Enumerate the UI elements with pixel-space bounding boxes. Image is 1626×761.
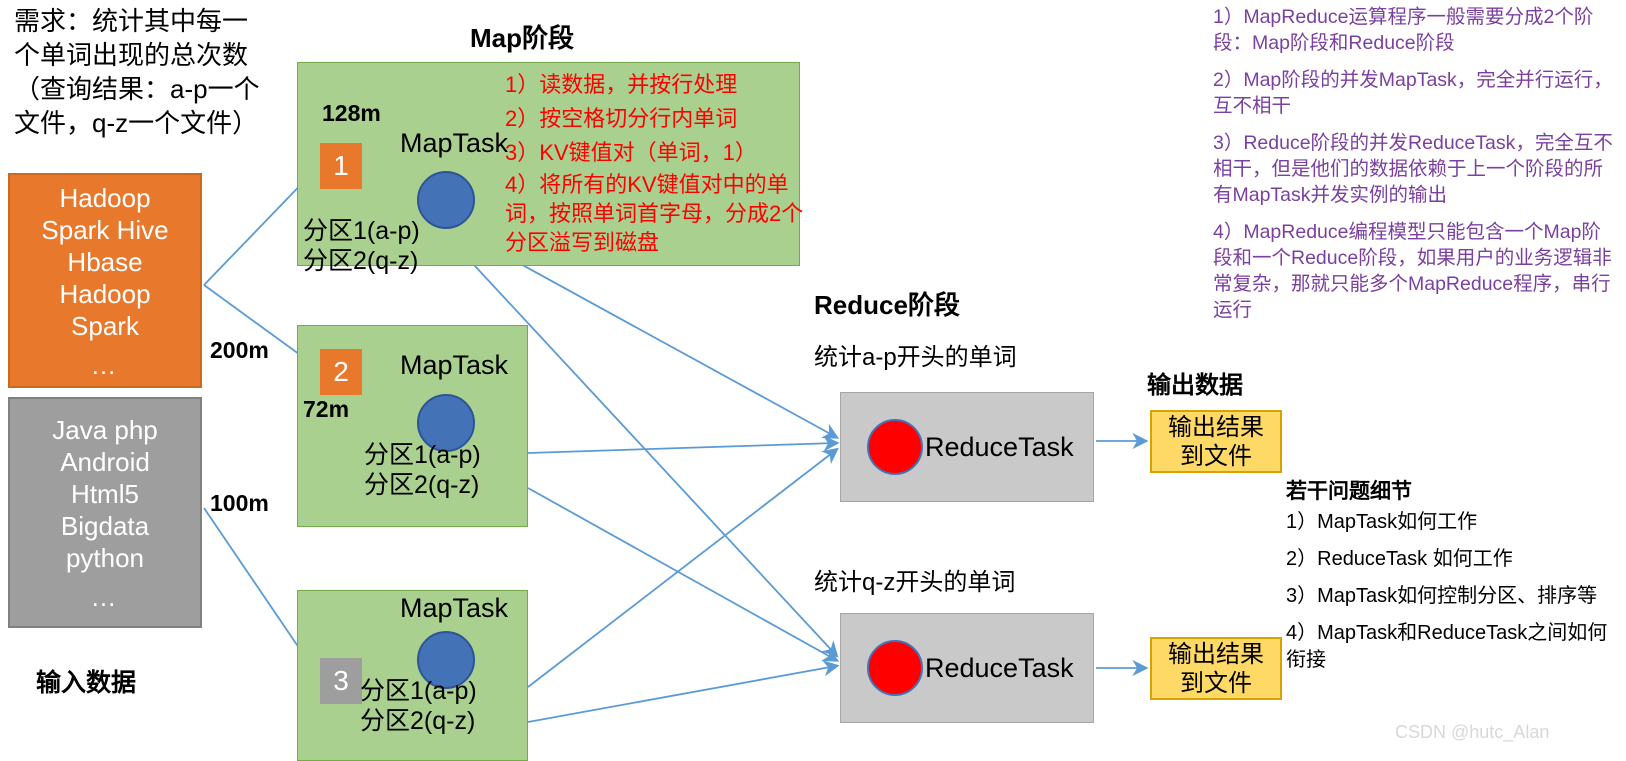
map-step-2: 2）按空格切分行内单词	[505, 106, 738, 131]
chunk-marker-1: 1	[320, 143, 362, 189]
size-label-chunk-1: 128m	[322, 100, 381, 126]
partition-1b: 分区2(q-z)	[303, 247, 419, 275]
reduce-caption-2: 统计q-z开头的单词	[814, 569, 1016, 596]
reduce-task-box-1: ReduceTask	[840, 392, 1094, 502]
input-gray-line-5: python	[65, 542, 145, 573]
output-box-1-line2: 到文件	[1180, 442, 1252, 470]
output-box-2: 输出结果 到文件	[1150, 637, 1282, 700]
input-orange-line-2: Spark Hive	[41, 214, 169, 245]
detail-item-4: 4）MapTask和ReduceTask之间如何衔接	[1286, 622, 1608, 671]
input-gray-line-3: Html5	[71, 478, 139, 509]
size-label-gray-total: 100m	[210, 490, 269, 516]
map-step-1: 1）读数据，并按行处理	[505, 72, 738, 97]
requirement-text: 需求：统计其中每一个单词出现的总次数（查询结果：a-p一个文件，q-z一个文件）	[14, 6, 260, 138]
maptask-label-1: MapTask	[400, 128, 509, 158]
size-label-orange-total: 200m	[210, 337, 269, 363]
note-item-4: 4）MapReduce编程模型只能包含一个Map阶段和一个Reduce阶段，如果…	[1213, 221, 1612, 321]
input-orange-ellipsis: …	[90, 349, 120, 380]
size-label-chunk-2: 72m	[303, 396, 350, 422]
reduce-task-box-2: ReduceTask	[840, 613, 1094, 723]
detail-item-2: 2）ReduceTask 如何工作	[1286, 548, 1513, 570]
input-gray-line-4: Bigdata	[60, 510, 150, 541]
output-box-1-line1: 输出结果	[1168, 413, 1264, 441]
chunk-marker-2: 2	[320, 349, 362, 395]
partitions-2: 分区1(a-p) 分区2(q-z)	[364, 440, 481, 500]
reduce-caption-1: 统计a-p开头的单词	[814, 344, 1017, 371]
note-item-2: 2）Map阶段的并发MapTask，完全并行运行，互不相干	[1213, 69, 1613, 117]
reducetask-circle-2	[867, 640, 923, 696]
chunk-marker-3: 3	[320, 658, 362, 704]
map-step-4: 4）将所有的KV键值对中的单词，按照单词首字母，分成2个分区溢写到磁盘	[505, 172, 804, 255]
maptask-circle-1	[417, 171, 475, 229]
reducetask-label-1: ReduceTask	[925, 431, 1074, 462]
note-item-3: 3）Reduce阶段的并发ReduceTask，完全互不相干，但是他们的数据依赖…	[1213, 132, 1613, 206]
input-orange-line-3: Hbase	[67, 246, 143, 277]
details-list: 若干问题细节 1）MapTask如何工作 2）ReduceTask 如何工作 3…	[1286, 478, 1626, 684]
partition-3a: 分区1(a-p)	[360, 677, 477, 705]
notes-list: 1）MapReduce运算程序一般需要分成2个阶段：Map阶段和Reduce阶段…	[1213, 4, 1619, 334]
reducetask-label-2: ReduceTask	[925, 652, 1074, 683]
output-box-2-line2: 到文件	[1180, 669, 1252, 697]
note-item-1: 1）MapReduce运算程序一般需要分成2个阶段：Map阶段和Reduce阶段	[1213, 6, 1594, 54]
partition-1a: 分区1(a-p)	[303, 217, 420, 245]
input-gray-box: Java php Android Html5 Bigdata python …	[8, 397, 202, 628]
detail-item-3: 3）MapTask如何控制分区、排序等	[1286, 585, 1598, 607]
partitions-1: 分区1(a-p) 分区2(q-z)	[303, 216, 420, 276]
partitions-3: 分区1(a-p) 分区2(q-z)	[360, 676, 477, 736]
reducetask-circle-1	[867, 419, 923, 475]
map-steps-list: 1）读数据，并按行处理 2）按空格切分行内单词 3）KV键值对（单词，1） 4）…	[505, 68, 805, 257]
map-phase-title: Map阶段	[470, 23, 575, 53]
partition-2a: 分区1(a-p)	[364, 441, 481, 469]
input-gray-line-2: Android	[60, 446, 150, 477]
csdn-watermark: CSDN @hutc_Alan	[1395, 722, 1550, 742]
input-gray-line-1: Java php	[52, 414, 158, 445]
input-orange-line-5: Spark	[71, 310, 139, 341]
input-data-label: 输入数据	[36, 669, 137, 697]
input-orange-line-4: Hadoop	[59, 278, 151, 309]
partition-2b: 分区2(q-z)	[364, 471, 480, 499]
details-title: 若干问题细节	[1286, 480, 1412, 503]
output-box-2-line1: 输出结果	[1168, 640, 1264, 668]
input-orange-box: Hadoop Spark Hive Hbase Hadoop Spark …	[8, 173, 202, 388]
map-step-3: 3）KV键值对（单词，1）	[505, 140, 757, 165]
maptask-label-2: MapTask	[400, 350, 509, 380]
detail-item-1: 1）MapTask如何工作	[1286, 511, 1478, 533]
partition-3b: 分区2(q-z)	[360, 707, 476, 735]
maptask-label-3: MapTask	[400, 593, 509, 623]
reduce-phase-title: Reduce阶段	[814, 290, 960, 320]
output-data-title: 输出数据	[1147, 372, 1243, 399]
input-orange-line-1: Hadoop	[59, 182, 151, 213]
output-box-1: 输出结果 到文件	[1150, 410, 1282, 473]
input-gray-ellipsis: …	[90, 581, 120, 612]
